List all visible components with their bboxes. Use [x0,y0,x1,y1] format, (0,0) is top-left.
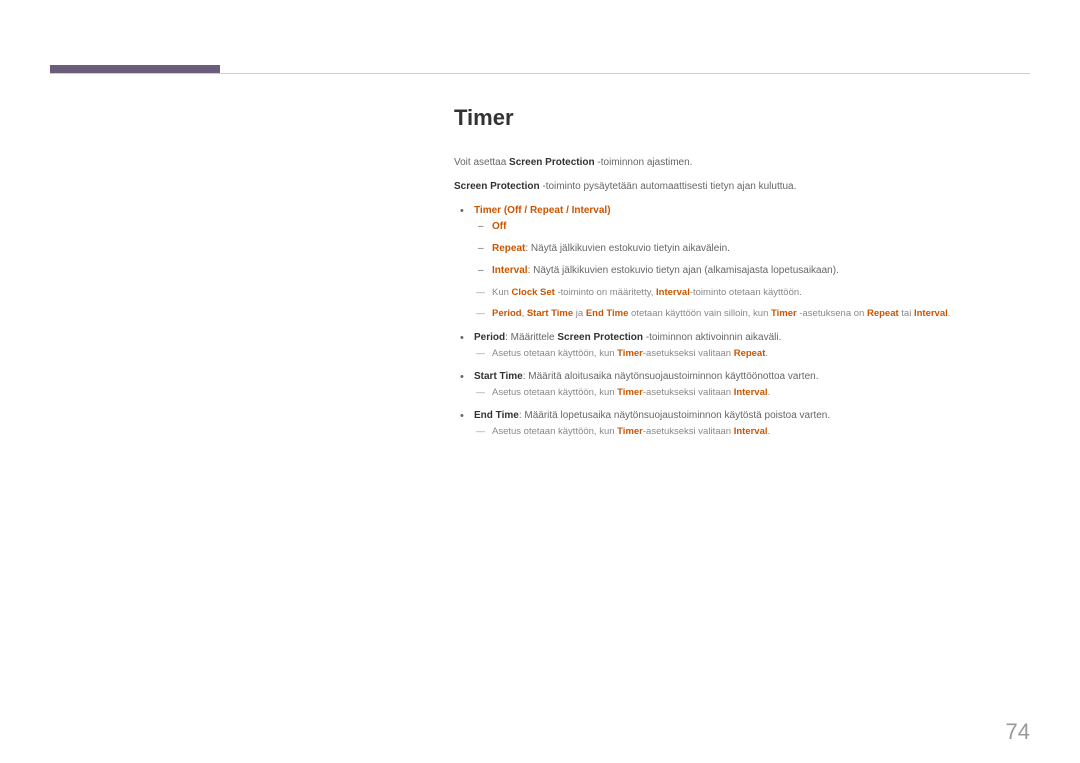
text: : Määrittele [505,332,557,343]
text: : Määritä aloitusaika näytönsuojaustoimi… [523,371,819,382]
dash-repeat: Repeat: Näytä jälkikuvien estokuvio tiet… [474,241,1030,257]
text: -toiminnon ajastimen. [595,157,693,168]
text: -toiminto otetaan käyttöön. [690,287,802,298]
text: Voit asettaa [454,157,509,168]
highlight: Interval [734,387,768,398]
text: : Näytä jälkikuvien estokuvio tietyn aja… [528,265,839,276]
text: Asetus otetaan käyttöön, kun [492,348,617,359]
highlight: Timer [474,205,501,216]
note-clock-set: Kun Clock Set -toiminto on määritetty, I… [474,285,1030,300]
highlight: Period [492,308,522,319]
note-period: Asetus otetaan käyttöön, kun Timer-asetu… [474,346,1030,361]
page-number: 74 [1006,719,1030,745]
note-period-times: Period, Start Time ja End Time otetaan k… [474,306,1030,321]
highlight: Interval [734,426,768,437]
content-area: Timer Voit asettaa Screen Protection -to… [454,100,1030,447]
note-start-time: Asetus otetaan käyttöön, kun Timer-asetu… [474,385,1030,400]
highlight: Interval [492,265,528,276]
highlight: Repeat [492,243,525,254]
highlight: Timer [771,308,797,319]
highlight: Start Time [527,308,573,319]
highlight: Repeat [734,348,766,359]
highlight: Screen Protection [557,332,643,343]
bullet-timer: Timer (Off / Repeat / Interval) Off Repe… [454,203,1030,321]
highlight: (Off / Repeat / Interval) [501,205,610,216]
highlight: Screen Protection [509,157,595,168]
text: Asetus otetaan käyttöön, kun [492,387,617,398]
text: -toiminto pysäytetään automaattisesti ti… [540,181,797,192]
text: ja [573,308,586,319]
highlight: Off [492,221,506,232]
note-end-time: Asetus otetaan käyttöön, kun Timer-asetu… [474,424,1030,439]
bullet-start-time: Start Time: Määritä aloitusaika näytönsu… [454,369,1030,400]
bullet-period: Period: Määrittele Screen Protection -to… [454,330,1030,361]
intro-paragraph-1: Voit asettaa Screen Protection -toiminno… [454,155,1030,171]
dash-off: Off [474,219,1030,235]
text: -asetuksena on [797,308,867,319]
text: -toiminnon aktivoinnin aikaväli. [643,332,781,343]
text: Asetus otetaan käyttöön, kun [492,426,617,437]
text: : Määritä lopetusaika näytönsuojaustoimi… [519,410,830,421]
sub-dash-list: Off Repeat: Näytä jälkikuvien estokuvio … [474,219,1030,279]
highlight: Repeat [867,308,899,319]
text: -asetukseksi valitaan [643,426,734,437]
text: -asetukseksi valitaan [643,348,734,359]
highlight: Start Time [474,371,523,382]
highlight: Clock Set [512,287,555,298]
highlight: End Time [474,410,519,421]
highlight: Period [474,332,505,343]
main-bullet-list: Timer (Off / Repeat / Interval) Off Repe… [454,203,1030,439]
text: Kun [492,287,512,298]
text: -toiminto on määritetty, [555,287,656,298]
text: tai [899,308,914,319]
bullet-end-time: End Time: Määritä lopetusaika näytönsuoj… [454,408,1030,439]
highlight: Screen Protection [454,181,540,192]
text: . [948,308,951,319]
highlight: Interval [656,287,690,298]
dash-interval: Interval: Näytä jälkikuvien estokuvio ti… [474,263,1030,279]
text: . [765,348,768,359]
highlight: Timer [617,426,643,437]
text: . [768,387,771,398]
intro-paragraph-2: Screen Protection -toiminto pysäytetään … [454,179,1030,195]
text: otetaan käyttöön vain silloin, kun [628,308,771,319]
highlight: Interval [914,308,948,319]
header-divider [50,73,1030,74]
text: . [768,426,771,437]
highlight: Timer [617,348,643,359]
text: : Näytä jälkikuvien estokuvio tietyin ai… [525,243,730,254]
text: -asetukseksi valitaan [643,387,734,398]
highlight: End Time [586,308,629,319]
section-title: Timer [454,100,1030,135]
highlight: Timer [617,387,643,398]
